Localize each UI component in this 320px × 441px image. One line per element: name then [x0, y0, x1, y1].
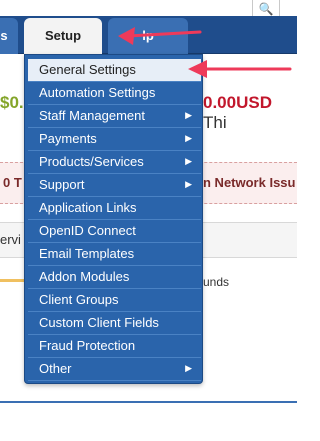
- panel-title: ervi: [0, 232, 21, 247]
- stat-amount: 0.00USD: [203, 93, 272, 112]
- menu-item-label: Payments: [39, 131, 97, 146]
- menu-item-staff-management[interactable]: Staff Management ▶: [28, 105, 201, 128]
- menu-item-client-groups[interactable]: Client Groups: [28, 289, 201, 312]
- menu-item-support[interactable]: Support ▶: [28, 174, 201, 197]
- stat-value-left: $0.: [0, 93, 24, 112]
- menu-item-label: Other: [39, 361, 72, 376]
- menu-item-label: Products/Services: [39, 154, 144, 169]
- menu-item-openid-connect[interactable]: OpenID Connect: [28, 220, 201, 243]
- menu-item-addon-modules[interactable]: Addon Modules: [28, 266, 201, 289]
- alert-network-text[interactable]: n Network Issu: [203, 175, 295, 190]
- menu-item-fraud-protection[interactable]: Fraud Protection: [28, 335, 201, 358]
- menu-item-general-settings[interactable]: General Settings: [28, 59, 201, 82]
- menu-item-automation-settings[interactable]: Automation Settings: [28, 82, 201, 105]
- menu-item-label: Custom Client Fields: [39, 315, 159, 330]
- section-divider: [0, 401, 297, 403]
- progress-bar: [0, 279, 24, 282]
- submenu-arrow-icon: ▶: [185, 110, 192, 120]
- stat-value-right: 0.00USD Thi: [203, 93, 297, 133]
- menu-item-custom-client-fields[interactable]: Custom Client Fields: [28, 312, 201, 335]
- menu-item-label: Application Links: [39, 200, 137, 215]
- submenu-arrow-icon: ▶: [185, 363, 192, 373]
- menu-item-products-services[interactable]: Products/Services ▶: [28, 151, 201, 174]
- setup-dropdown-menu: General Settings Automation Settings Sta…: [24, 54, 203, 384]
- submenu-arrow-icon: ▶: [185, 179, 192, 189]
- menu-item-label: Fraud Protection: [39, 338, 136, 353]
- menu-item-label: Client Groups: [39, 292, 119, 307]
- menu-item-label: Automation Settings: [39, 85, 156, 100]
- submenu-arrow-icon: ▶: [185, 133, 192, 143]
- tab-previous[interactable]: s: [0, 18, 18, 54]
- menu-item-label: Support: [39, 177, 85, 192]
- tab-help[interactable]: lp: [108, 18, 188, 54]
- menu-item-label: OpenID Connect: [39, 223, 136, 238]
- tab-setup[interactable]: Setup: [24, 18, 102, 54]
- stat-suffix: Thi: [203, 113, 227, 132]
- alert-count-text: 0 T: [3, 175, 22, 190]
- menu-item-other[interactable]: Other ▶: [28, 358, 201, 381]
- menu-item-application-links[interactable]: Application Links: [28, 197, 201, 220]
- menu-item-label: Addon Modules: [39, 269, 130, 284]
- menu-item-label: Email Templates: [39, 246, 135, 261]
- menu-item-payments[interactable]: Payments ▶: [28, 128, 201, 151]
- menu-item-label: General Settings: [39, 62, 136, 77]
- menu-item-email-templates[interactable]: Email Templates: [28, 243, 201, 266]
- submenu-arrow-icon: ▶: [185, 156, 192, 166]
- menu-item-label: Staff Management: [39, 108, 145, 123]
- funds-label: unds: [203, 275, 230, 289]
- main-navbar: s Setup lp: [0, 16, 297, 54]
